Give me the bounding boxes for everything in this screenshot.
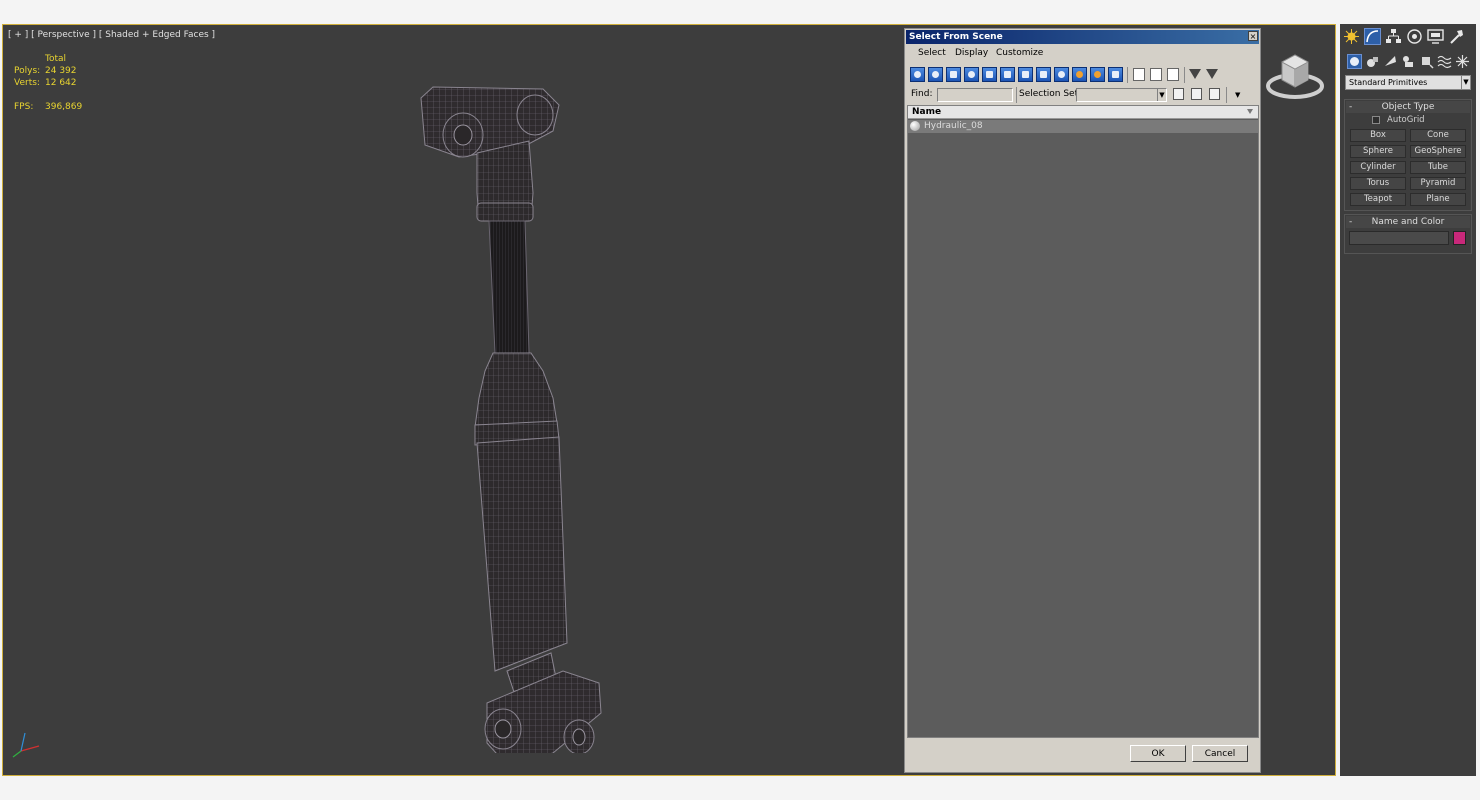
display-geometry-button[interactable]: [910, 67, 925, 82]
tube-button[interactable]: Tube: [1410, 161, 1466, 174]
find-row: Find: Selection Set: ▼ ▼: [909, 87, 1254, 103]
object-color-swatch[interactable]: [1453, 231, 1466, 245]
filter-toolbar: [909, 67, 1249, 85]
lights-category-icon[interactable]: [1383, 54, 1398, 69]
filter-icon[interactable]: [1189, 69, 1201, 79]
add-to-selection-set-button[interactable]: [1191, 88, 1202, 100]
menu-display[interactable]: Display: [955, 48, 988, 58]
stats-polys-value: 24 392: [45, 66, 77, 76]
hydraulic-model-wireframe[interactable]: [403, 53, 623, 753]
display-space-warps-button[interactable]: [1000, 67, 1015, 82]
stats-verts-label: Verts:: [14, 78, 40, 88]
display-bones-button[interactable]: [1054, 67, 1069, 82]
dialog-menu-bar: Select Display Customize: [905, 45, 1260, 61]
display-hidden-button[interactable]: [1108, 67, 1123, 82]
select-from-scene-dialog: Select From Scene × Select Display Custo…: [904, 28, 1261, 773]
cameras-category-icon[interactable]: [1401, 54, 1416, 69]
dialog-close-button[interactable]: ×: [1248, 31, 1258, 41]
collapse-icon[interactable]: -: [1349, 216, 1352, 228]
find-label: Find:: [911, 89, 933, 99]
create-tab-icon[interactable]: [1343, 28, 1360, 45]
display-frozen-button[interactable]: [1090, 67, 1105, 82]
display-helpers-button[interactable]: [982, 67, 997, 82]
cone-button[interactable]: Cone: [1410, 129, 1466, 142]
sphere-button[interactable]: Sphere: [1350, 145, 1406, 158]
primitive-category-dropdown[interactable]: Standard Primitives ▼: [1345, 75, 1471, 90]
find-input[interactable]: [937, 88, 1013, 102]
autogrid-label: AutoGrid: [1387, 115, 1425, 125]
display-shapes-button[interactable]: [928, 67, 943, 82]
plane-button[interactable]: Plane: [1410, 193, 1466, 206]
modify-tab-icon[interactable]: [1364, 28, 1381, 45]
display-containers-button[interactable]: [1072, 67, 1087, 82]
object-name-input[interactable]: [1349, 231, 1449, 245]
stats-fps-value: 396,869: [45, 102, 83, 112]
viewcube-icon[interactable]: [1264, 48, 1326, 102]
name-and-color-rollout-header[interactable]: - Name and Color: [1346, 216, 1470, 228]
primitive-category-value: Standard Primitives: [1349, 78, 1428, 87]
select-none-button[interactable]: [1150, 68, 1162, 81]
autogrid-checkbox[interactable]: [1372, 116, 1380, 124]
toolbar-separator: [1016, 87, 1017, 103]
select-all-button[interactable]: [1133, 68, 1145, 81]
dialog-title-bar[interactable]: Select From Scene: [906, 30, 1259, 44]
chevron-down-icon[interactable]: ▼: [1461, 76, 1470, 89]
stats-total-label: Total: [45, 54, 67, 64]
box-button[interactable]: Box: [1350, 129, 1406, 142]
display-groups-button[interactable]: [1018, 67, 1033, 82]
space-warps-category-icon[interactable]: [1437, 54, 1452, 69]
scene-object-list[interactable]: Name Hydraulic_08: [907, 105, 1259, 738]
geometry-category-icon[interactable]: [1347, 54, 1362, 69]
display-tab-icon[interactable]: [1427, 28, 1444, 45]
cylinder-button[interactable]: Cylinder: [1350, 161, 1406, 174]
object-type-rollout-header[interactable]: - Object Type: [1346, 101, 1470, 113]
column-filter-icon[interactable]: [1247, 109, 1253, 114]
list-item-name: Hydraulic_08: [924, 121, 983, 131]
ok-button[interactable]: OK: [1130, 745, 1186, 762]
toolbar-separator: [1127, 67, 1128, 83]
torus-button[interactable]: Torus: [1350, 177, 1406, 190]
geosphere-button[interactable]: GeoSphere: [1410, 145, 1466, 158]
chevron-down-icon[interactable]: ▼: [1157, 89, 1166, 101]
stats-polys-label: Polys:: [14, 66, 41, 76]
stats-fps-label: FPS:: [14, 102, 34, 112]
command-panel: Standard Primitives ▼ - Object Type Auto…: [1340, 24, 1476, 776]
viewport-label[interactable]: [ + ] [ Perspective ] [ Shaded + Edged F…: [8, 30, 215, 40]
stats-verts-value: 12 642: [45, 78, 77, 88]
toolbar-separator: [1184, 67, 1185, 83]
display-lights-button[interactable]: [946, 67, 961, 82]
shapes-category-icon[interactable]: [1365, 54, 1380, 69]
list-header-name[interactable]: Name: [908, 106, 1258, 119]
name-and-color-title: Name and Color: [1371, 217, 1445, 227]
object-type-title: Object Type: [1381, 102, 1435, 112]
filter-selected-icon[interactable]: [1206, 69, 1218, 79]
dialog-title: Select From Scene: [909, 32, 1003, 42]
name-and-color-rollout: - Name and Color: [1344, 214, 1472, 254]
systems-category-icon[interactable]: [1455, 54, 1470, 69]
helpers-category-icon[interactable]: [1419, 54, 1434, 69]
display-xrefs-button[interactable]: [1036, 67, 1051, 82]
create-selection-set-button[interactable]: [1173, 88, 1184, 100]
axis-tripod-icon: [12, 732, 40, 758]
select-invert-button[interactable]: [1167, 68, 1179, 81]
menu-customize[interactable]: Customize: [996, 48, 1043, 58]
list-header-label: Name: [912, 107, 942, 117]
teapot-button[interactable]: Teapot: [1350, 193, 1406, 206]
list-item[interactable]: Hydraulic_08: [908, 120, 1258, 133]
pyramid-button[interactable]: Pyramid: [1410, 177, 1466, 190]
selection-set-dropdown[interactable]: ▼: [1076, 88, 1167, 102]
utilities-tab-icon[interactable]: [1448, 28, 1465, 45]
toolbar-separator: [1226, 87, 1227, 103]
toolbar-overflow-icon[interactable]: ▼: [1235, 91, 1240, 99]
display-cameras-button[interactable]: [964, 67, 979, 82]
remove-from-selection-set-button[interactable]: [1209, 88, 1220, 100]
selection-set-label: Selection Set:: [1019, 89, 1082, 99]
object-type-rollout: - Object Type AutoGrid Box Cone Sphere G…: [1344, 99, 1472, 211]
menu-select[interactable]: Select: [918, 48, 946, 58]
cancel-button[interactable]: Cancel: [1192, 745, 1248, 762]
geometry-object-icon: [910, 121, 920, 131]
hierarchy-tab-icon[interactable]: [1385, 28, 1402, 45]
motion-tab-icon[interactable]: [1406, 28, 1423, 45]
collapse-icon[interactable]: -: [1349, 101, 1352, 113]
